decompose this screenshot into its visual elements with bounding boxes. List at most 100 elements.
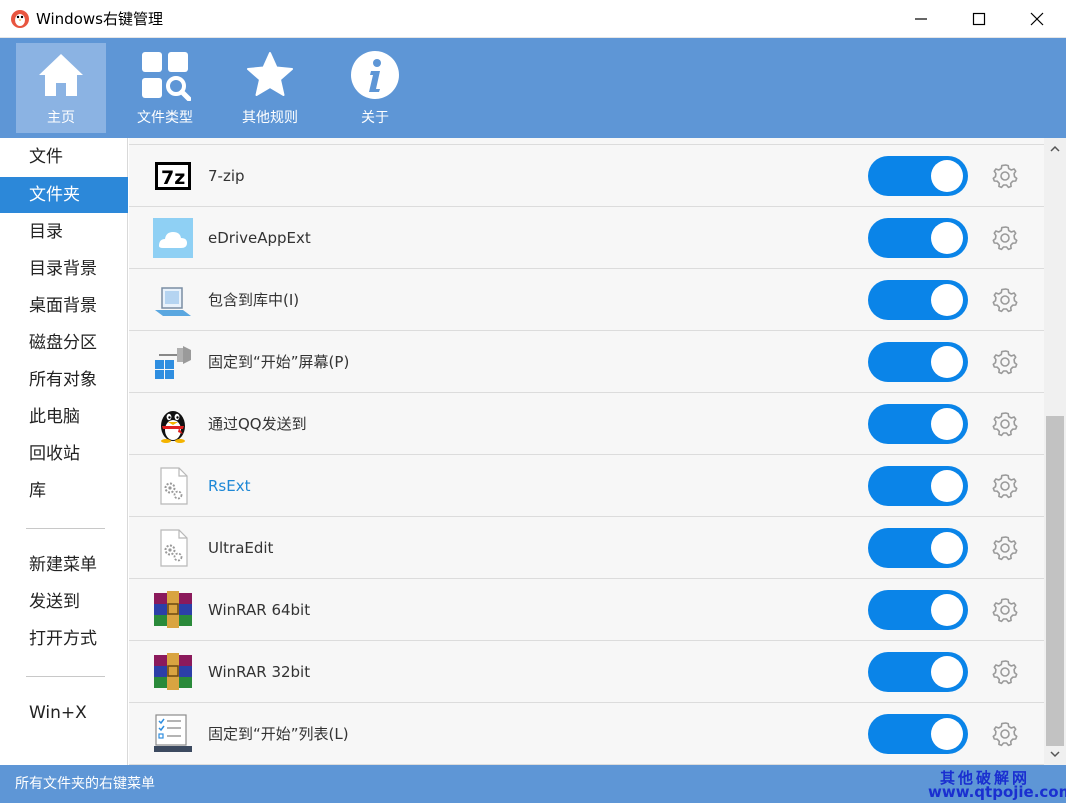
toggle-knob: [931, 594, 963, 626]
home-icon: [39, 54, 83, 96]
svg-text:7z: 7z: [161, 167, 185, 189]
maximize-button[interactable]: [950, 0, 1008, 38]
7zip-icon: 7z: [155, 162, 191, 190]
settings-gear-icon[interactable]: [992, 287, 1018, 313]
toolbar-other-rules-button[interactable]: 其他规则: [225, 43, 315, 133]
toolbar-file-types-button[interactable]: 文件类型: [120, 43, 210, 133]
list-item-label: eDriveAppExt: [208, 229, 311, 247]
toolbar-home-label: 主页: [47, 110, 75, 126]
settings-gear-icon[interactable]: [992, 473, 1018, 499]
vertical-scrollbar[interactable]: [1044, 138, 1066, 765]
toggle-knob: [931, 532, 963, 564]
winrar-icon: [154, 591, 192, 628]
toggle-knob: [931, 284, 963, 316]
sidebar-divider: [26, 528, 105, 529]
list-item: eDriveAppExt: [129, 207, 1044, 269]
sidebar-item-directory[interactable]: 目录: [0, 214, 128, 250]
toolbar-home-button[interactable]: 主页: [16, 43, 106, 133]
enable-toggle[interactable]: [868, 528, 968, 568]
list-item: WinRAR 64bit: [129, 579, 1044, 641]
enable-toggle[interactable]: [868, 218, 968, 258]
scroll-down-button[interactable]: [1044, 743, 1066, 765]
sidebar-item-file[interactable]: 文件: [0, 139, 128, 175]
list-item: 7z 7-zip: [129, 145, 1044, 207]
window-controls: [892, 0, 1066, 38]
list-item-label: 7-zip: [208, 167, 245, 185]
file-type-icon: [142, 52, 191, 101]
list-item: WinRAR 32bit: [129, 641, 1044, 703]
enable-toggle[interactable]: [868, 404, 968, 444]
list-item: 固定到“开始”屏幕(P): [129, 331, 1044, 393]
pin-start-icon: [155, 346, 191, 379]
star-icon: [247, 52, 293, 96]
enable-toggle[interactable]: [868, 466, 968, 506]
main-toolbar: 主页 文件类型 其他规则 关于: [0, 38, 1066, 138]
list-item-label: WinRAR 64bit: [208, 601, 311, 619]
toolbar-about-label: 关于: [361, 110, 389, 126]
enable-toggle[interactable]: [868, 714, 968, 754]
sidebar-item-library[interactable]: 库: [0, 473, 128, 509]
maximize-icon: [972, 12, 986, 26]
sidebar-item-directory-background[interactable]: 目录背景: [0, 251, 128, 287]
scrollbar-thumb[interactable]: [1046, 416, 1064, 746]
chevron-up-icon: [1050, 145, 1060, 152]
settings-gear-icon[interactable]: [992, 535, 1018, 561]
sidebar-item-open-with[interactable]: 打开方式: [0, 621, 128, 657]
enable-toggle[interactable]: [868, 652, 968, 692]
list-item: 固定到“开始”列表(L): [129, 703, 1044, 765]
list-item: 包含到库中(I): [129, 269, 1044, 331]
toggle-knob: [931, 718, 963, 750]
sidebar-item-folder[interactable]: 文件夹: [0, 177, 128, 213]
toggle-knob: [931, 656, 963, 688]
toggle-knob: [931, 470, 963, 502]
settings-gear-icon[interactable]: [992, 349, 1018, 375]
start-list-icon: [154, 714, 192, 752]
winrar-icon: [154, 653, 192, 690]
list-item-label: 通过QQ发送到: [208, 415, 307, 433]
info-icon: [351, 51, 399, 99]
list-item-label: UltraEdit: [208, 539, 274, 557]
toggle-knob: [931, 408, 963, 440]
enable-toggle[interactable]: [868, 156, 968, 196]
toggle-knob: [931, 160, 963, 192]
list-item-label: 固定到“开始”屏幕(P): [208, 353, 350, 371]
sidebar-item-new-menu[interactable]: 新建菜单: [0, 547, 128, 583]
title-bar: Windows右键管理: [0, 0, 1066, 38]
enable-toggle[interactable]: [868, 342, 968, 382]
app-penguin-icon: [11, 9, 29, 28]
enable-toggle[interactable]: [868, 590, 968, 630]
minimize-icon: [915, 18, 927, 20]
qq-icon: [161, 411, 185, 443]
gear-file-icon: [160, 529, 188, 567]
sidebar-item-send-to[interactable]: 发送到: [0, 584, 128, 620]
settings-gear-icon[interactable]: [992, 163, 1018, 189]
list-item: UltraEdit: [129, 517, 1044, 579]
scroll-up-button[interactable]: [1044, 138, 1066, 160]
sidebar-item-desktop-background[interactable]: 桌面背景: [0, 288, 128, 324]
list-top-edge: [129, 138, 1044, 145]
close-icon: [1030, 12, 1044, 26]
list-item-label: 固定到“开始”列表(L): [208, 725, 349, 743]
library-icon: [155, 287, 191, 316]
sidebar-item-recycle-bin[interactable]: 回收站: [0, 436, 128, 472]
settings-gear-icon[interactable]: [992, 659, 1018, 685]
sidebar-item-all-objects[interactable]: 所有对象: [0, 362, 128, 398]
toolbar-file-types-label: 文件类型: [137, 110, 193, 126]
settings-gear-icon[interactable]: [992, 721, 1018, 747]
chevron-down-icon: [1050, 751, 1060, 758]
settings-gear-icon[interactable]: [992, 411, 1018, 437]
enable-toggle[interactable]: [868, 280, 968, 320]
sidebar-item-this-pc[interactable]: 此电脑: [0, 399, 128, 435]
sidebar-divider: [26, 676, 105, 677]
sidebar-item-win-x[interactable]: Win+X: [0, 695, 128, 731]
toolbar-about-button[interactable]: 关于: [330, 43, 420, 133]
settings-gear-icon[interactable]: [992, 597, 1018, 623]
toolbar-other-rules-label: 其他规则: [242, 110, 298, 126]
minimize-button[interactable]: [892, 0, 950, 38]
gear-file-icon: [160, 467, 188, 505]
window-title: Windows右键管理: [36, 10, 163, 28]
settings-gear-icon[interactable]: [992, 225, 1018, 251]
close-button[interactable]: [1008, 0, 1066, 38]
sidebar-item-drive-partition[interactable]: 磁盘分区: [0, 325, 128, 361]
status-text: 所有文件夹的右键菜单: [15, 776, 155, 792]
